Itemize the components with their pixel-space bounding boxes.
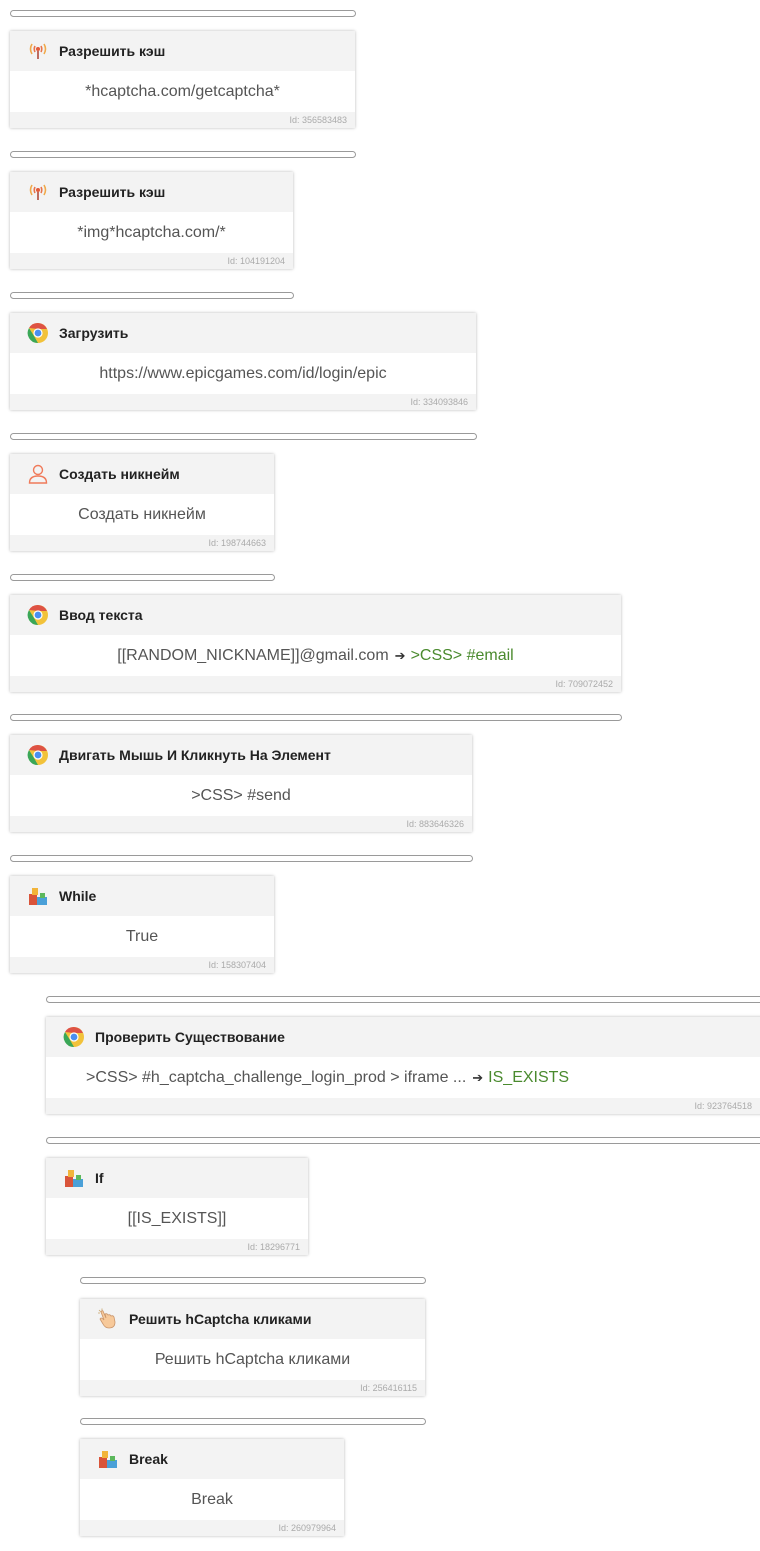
block-title: If bbox=[95, 1170, 104, 1186]
block-body: https://www.epicgames.com/id/login/epic bbox=[10, 353, 476, 394]
action-block-if[interactable]: If [[IS_EXISTS]] Id: 18296771 bbox=[46, 1158, 308, 1255]
block-param: *img*hcaptcha.com/* bbox=[77, 223, 226, 241]
block-header: Загрузить bbox=[10, 313, 476, 353]
block-header: Двигать Мышь И Кликнуть На Элемент bbox=[10, 735, 472, 775]
block-id: Id: 356583483 bbox=[10, 112, 355, 128]
block-header: If bbox=[46, 1158, 308, 1198]
block-param: True bbox=[125, 927, 159, 945]
block-id: Id: 883646326 bbox=[10, 816, 472, 832]
block-body: True bbox=[10, 916, 274, 957]
block-param: [[RANDOM_NICKNAME]]@gmail.com bbox=[117, 646, 389, 664]
block-body: *hcaptcha.com/getcaptcha* bbox=[10, 71, 355, 112]
block-param: Создать никнейм bbox=[78, 505, 206, 523]
block-id: Id: 158307404 bbox=[10, 957, 274, 973]
block-id: Id: 256416115 bbox=[80, 1380, 425, 1396]
block-header: Решить hCaptcha кликами bbox=[80, 1299, 425, 1339]
block-title: Двигать Мышь И Кликнуть На Элемент bbox=[59, 747, 331, 763]
block-header: Разрешить кэш bbox=[10, 31, 355, 71]
block-title: Break bbox=[129, 1451, 168, 1467]
block-param: *hcaptcha.com/getcaptcha* bbox=[85, 82, 280, 100]
insert-zone[interactable] bbox=[80, 1277, 426, 1284]
block-title: While bbox=[59, 888, 97, 904]
puzzle-icon bbox=[97, 1448, 119, 1470]
action-block-type-text[interactable]: Ввод текста [[RANDOM_NICKNAME]]@gmail.co… bbox=[10, 595, 621, 692]
block-title: Решить hCaptcha кликами bbox=[129, 1311, 312, 1327]
chrome-icon bbox=[27, 604, 49, 626]
block-id: Id: 923764518 bbox=[46, 1098, 760, 1114]
block-body: [[RANDOM_NICKNAME]]@gmail.com ➔ >CSS> #e… bbox=[10, 635, 621, 676]
insert-zone[interactable] bbox=[10, 151, 356, 158]
block-body: [[IS_EXISTS]] bbox=[46, 1198, 308, 1239]
block-param: https://www.epicgames.com/id/login/epic bbox=[99, 364, 387, 382]
insert-zone[interactable] bbox=[10, 855, 473, 862]
action-block-load-url[interactable]: Загрузить https://www.epicgames.com/id/l… bbox=[10, 313, 476, 410]
block-header: Проверить Существование bbox=[46, 1017, 760, 1057]
block-body: Создать никнейм bbox=[10, 494, 274, 535]
action-block-break[interactable]: Break Break Id: 260979964 bbox=[80, 1439, 344, 1536]
action-block-check-exists[interactable]: Проверить Существование >CSS> #h_captcha… bbox=[46, 1017, 760, 1114]
block-param: >CSS> #h_captcha_challenge_login_prod > … bbox=[86, 1068, 467, 1086]
action-block-allow-cache[interactable]: Разрешить кэш *hcaptcha.com/getcaptcha* … bbox=[10, 31, 355, 128]
chrome-icon bbox=[63, 1026, 85, 1048]
insert-zone[interactable] bbox=[46, 1137, 760, 1144]
action-block-move-mouse-click[interactable]: Двигать Мышь И Кликнуть На Элемент >CSS>… bbox=[10, 735, 472, 832]
insert-zone[interactable] bbox=[10, 714, 622, 721]
insert-zone[interactable] bbox=[10, 292, 294, 299]
action-block-allow-cache[interactable]: Разрешить кэш *img*hcaptcha.com/* Id: 10… bbox=[10, 172, 293, 269]
insert-zone[interactable] bbox=[10, 574, 275, 581]
chrome-icon bbox=[27, 322, 49, 344]
block-title: Создать никнейм bbox=[59, 466, 180, 482]
action-block-solve-hcaptcha[interactable]: Решить hCaptcha кликами Решить hCaptcha … bbox=[80, 1299, 425, 1396]
insert-zone[interactable] bbox=[10, 433, 477, 440]
arrow-circle-right-icon: ➔ bbox=[394, 647, 406, 663]
antenna-icon bbox=[27, 40, 49, 62]
block-id: Id: 709072452 bbox=[10, 676, 621, 692]
block-header: Создать никнейм bbox=[10, 454, 274, 494]
block-body: >CSS> #send bbox=[10, 775, 472, 816]
block-id: Id: 18296771 bbox=[46, 1239, 308, 1255]
block-param: Break bbox=[191, 1490, 233, 1508]
block-param: >CSS> #send bbox=[191, 786, 291, 804]
block-header: Ввод текста bbox=[10, 595, 621, 635]
antenna-icon bbox=[27, 181, 49, 203]
block-body: Break bbox=[80, 1479, 344, 1520]
block-id: Id: 260979964 bbox=[80, 1520, 344, 1536]
arrow-circle-right-icon: ➔ bbox=[472, 1069, 484, 1085]
block-id: Id: 334093846 bbox=[10, 394, 476, 410]
block-body: Решить hCaptcha кликами bbox=[80, 1339, 425, 1380]
block-title: Загрузить bbox=[59, 325, 129, 341]
block-body: *img*hcaptcha.com/* bbox=[10, 212, 293, 253]
action-block-create-nickname[interactable]: Создать никнейм Создать никнейм Id: 1987… bbox=[10, 454, 274, 551]
block-id: Id: 198744663 bbox=[10, 535, 274, 551]
block-header: While bbox=[10, 876, 274, 916]
insert-zone[interactable] bbox=[80, 1418, 426, 1425]
block-title: Разрешить кэш bbox=[59, 43, 166, 59]
insert-zone[interactable] bbox=[10, 10, 356, 17]
block-target: IS_EXISTS bbox=[488, 1068, 570, 1086]
block-title: Проверить Существование bbox=[95, 1029, 285, 1045]
action-block-while[interactable]: While True Id: 158307404 bbox=[10, 876, 274, 973]
block-param: [[IS_EXISTS]] bbox=[127, 1209, 227, 1227]
puzzle-icon bbox=[27, 885, 49, 907]
block-header: Разрешить кэш bbox=[10, 172, 293, 212]
block-target: >CSS> #email bbox=[410, 646, 514, 664]
puzzle-icon bbox=[63, 1167, 85, 1189]
block-header: Break bbox=[80, 1439, 344, 1479]
block-id: Id: 104191204 bbox=[10, 253, 293, 269]
user-icon bbox=[27, 463, 49, 485]
chrome-icon bbox=[27, 744, 49, 766]
block-param: Решить hCaptcha кликами bbox=[154, 1350, 351, 1368]
block-title: Ввод текста bbox=[59, 607, 143, 623]
hand-pointer-icon bbox=[97, 1308, 119, 1330]
block-body: >CSS> #h_captcha_challenge_login_prod > … bbox=[46, 1057, 760, 1098]
block-title: Разрешить кэш bbox=[59, 184, 166, 200]
insert-zone[interactable] bbox=[46, 996, 760, 1003]
